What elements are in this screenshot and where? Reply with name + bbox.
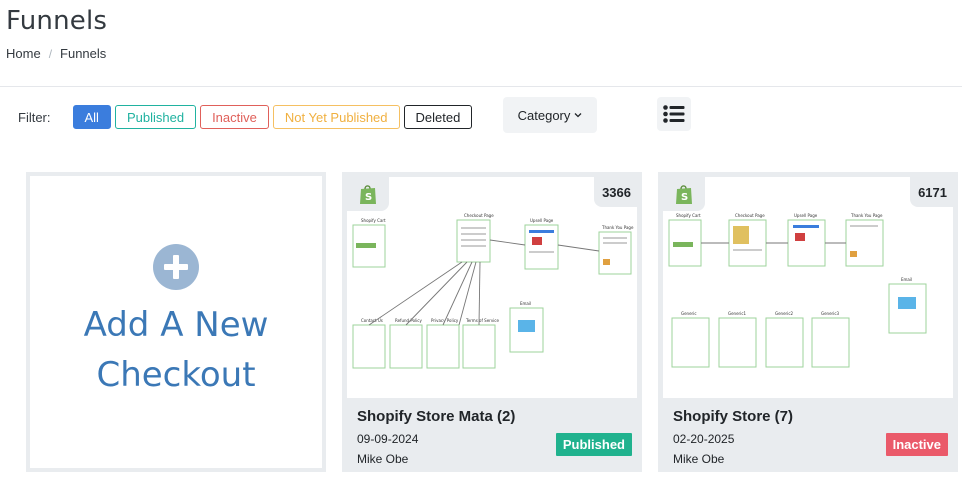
funnel-flow-diagram: Shopify Cart Checkout Page Upsell Page T… [668, 213, 927, 368]
breadcrumb-separator: / [48, 46, 53, 61]
svg-text:Checkout Page: Checkout Page [464, 213, 494, 218]
filter-inactive-button[interactable]: Inactive [200, 105, 269, 129]
svg-text:Thank You Page: Thank You Page [601, 225, 634, 230]
funnel-owner: Mike Obe [673, 452, 725, 466]
svg-text:S: S [365, 192, 372, 203]
status-badge: Inactive [885, 433, 948, 456]
flow-node-generic2: Generic2 [765, 311, 804, 368]
filter-not-yet-published-button[interactable]: Not Yet Published [272, 105, 400, 129]
breadcrumb: Home / Funnels [6, 46, 106, 61]
shopify-bag-icon: S [663, 177, 705, 211]
header-divider [0, 86, 962, 87]
funnel-owner: Mike Obe [357, 452, 409, 466]
funnel-id-badge: 3366 [594, 177, 637, 207]
flow-node-contact: Contact Us [352, 318, 386, 369]
add-checkout-text-line1: Add A New [83, 305, 269, 345]
breadcrumb-home-link[interactable]: Home [6, 46, 41, 61]
svg-text:Generic1: Generic1 [728, 311, 747, 316]
svg-text:Terms of Service: Terms of Service [465, 318, 500, 323]
flow-node-checkout: Checkout Page [728, 213, 767, 267]
add-checkout-card[interactable]: Add A New Checkout [26, 172, 326, 472]
filter-deleted-button[interactable]: Deleted [403, 105, 473, 129]
plus-circle-icon [153, 244, 199, 290]
status-badge: Published [555, 433, 632, 456]
svg-text:Checkout Page: Checkout Page [735, 213, 765, 218]
svg-text:S: S [681, 192, 688, 203]
svg-text:Contact Us: Contact Us [361, 318, 383, 323]
flow-node-upsell: Upsell Page [787, 213, 826, 267]
funnel-card[interactable]: Shopify Cart Checkout Page Upsell Page T… [658, 172, 958, 472]
svg-text:Generic: Generic [681, 311, 697, 316]
svg-text:Shopify Cart: Shopify Cart [361, 218, 386, 223]
svg-text:Generic3: Generic3 [821, 311, 840, 316]
add-checkout-inner[interactable]: Add A New Checkout [30, 176, 322, 468]
flow-node-email: Email [888, 277, 927, 334]
flow-node-cart: Shopify Cart [668, 213, 702, 267]
list-view-button[interactable] [657, 97, 691, 131]
shopify-bag-icon: S [347, 177, 389, 211]
breadcrumb-current: Funnels [60, 46, 107, 61]
funnel-title[interactable]: Shopify Store Mata (2) [357, 408, 515, 425]
flow-node-generic: Generic [671, 311, 710, 368]
flow-node-generic1: Generic1 [718, 311, 757, 368]
flow-node-privacy: Privacy Policy [426, 318, 460, 369]
svg-text:Generic2: Generic2 [775, 311, 794, 316]
svg-text:Email: Email [520, 301, 531, 306]
category-dropdown[interactable]: Category [503, 97, 597, 133]
flow-node-upsell: Upsell Page [524, 218, 559, 270]
filter-published-button[interactable]: Published [114, 105, 197, 129]
funnel-id-badge: 6171 [910, 177, 953, 207]
filter-label: Filter: [18, 109, 51, 125]
flow-node-refund: Refund Policy [389, 318, 423, 369]
page-title: Funnels [6, 6, 108, 36]
funnel-card[interactable]: Shopify Cart Checkout Page Upsell Page T… [342, 172, 642, 472]
funnel-date: 02-20-2025 [673, 432, 735, 446]
flow-node-terms: Terms of Service [462, 318, 500, 369]
flow-node-checkout: Checkout Page [456, 213, 494, 263]
filter-all-button[interactable]: All [72, 105, 111, 129]
funnel-title[interactable]: Shopify Store (7) [673, 408, 793, 425]
chevron-down-icon [574, 110, 582, 120]
flow-node-thank-you: Thank You Page [845, 213, 884, 267]
category-label: Category [517, 107, 571, 123]
svg-text:Thank You Page: Thank You Page [850, 213, 883, 218]
svg-text:Shopify Cart: Shopify Cart [676, 213, 701, 218]
flow-node-thank-you: Thank You Page [598, 225, 634, 275]
svg-text:Upsell Page: Upsell Page [530, 218, 554, 223]
flow-node-cart: Shopify Cart [352, 218, 386, 268]
add-checkout-text-line2: Checkout [96, 355, 256, 395]
funnel-flow-diagram: Shopify Cart Checkout Page Upsell Page T… [352, 213, 634, 369]
funnel-date: 09-09-2024 [357, 432, 419, 446]
filter-bar: Filter: All Published Inactive Not Yet P… [18, 97, 476, 137]
svg-text:Upsell Page: Upsell Page [794, 213, 818, 218]
list-icon [663, 105, 685, 123]
funnel-thumbnail[interactable]: Shopify Cart Checkout Page Upsell Page T… [347, 177, 637, 398]
svg-text:Email: Email [901, 277, 912, 282]
flow-node-email: Email [509, 301, 544, 353]
funnel-thumbnail[interactable]: Shopify Cart Checkout Page Upsell Page T… [663, 177, 953, 398]
flow-node-generic3: Generic3 [811, 311, 850, 368]
